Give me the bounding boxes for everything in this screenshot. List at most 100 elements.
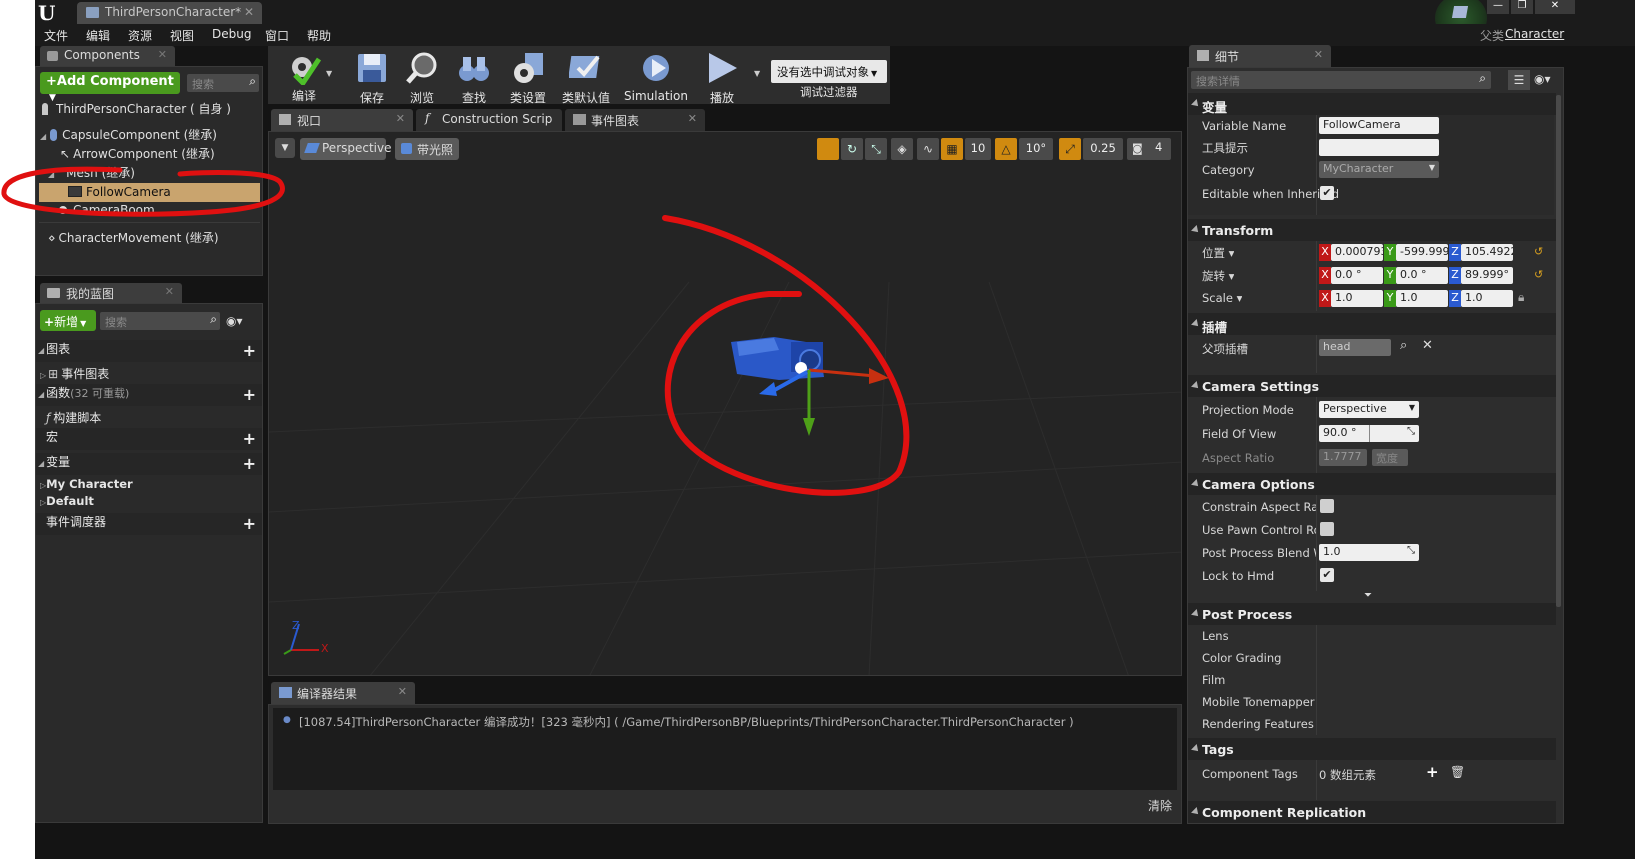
section-variables[interactable]: ◢ 变量 + — [36, 453, 262, 475]
section-camera-options[interactable]: Camera Options — [1188, 473, 1556, 495]
menu-edit[interactable]: 编辑 — [86, 27, 110, 44]
rotation-snap-icon[interactable]: △ — [995, 138, 1017, 160]
close-tab-icon[interactable]: ✕ — [1314, 48, 1323, 61]
play-button[interactable]: 播放 ▼ — [700, 47, 760, 105]
reset-location-icon[interactable]: ↺ — [1534, 245, 1543, 258]
menu-window[interactable]: 窗口 — [265, 27, 289, 44]
close-tab-icon[interactable]: ✕ — [165, 285, 174, 298]
location-z-input[interactable]: 105.4922 — [1461, 244, 1513, 261]
pp-rendering-features[interactable]: ▷Rendering Features — [1202, 717, 1314, 731]
pp-film[interactable]: ▷Film — [1202, 673, 1225, 687]
class-settings-button[interactable]: 类设置 — [504, 47, 552, 105]
tab-details[interactable]: 细节 ✕ — [1189, 45, 1331, 67]
add-tag-icon[interactable]: + — [1426, 763, 1439, 781]
fov-input[interactable]: 90.0 ° ⤡ — [1319, 425, 1419, 442]
maximize-button[interactable]: ❐ — [1511, 0, 1533, 14]
event-graph-item[interactable]: ▷ ⊞ 事件图表 — [40, 365, 109, 382]
menu-debug[interactable]: Debug — [212, 27, 251, 41]
pp-lens[interactable]: ▷Lens — [1202, 629, 1229, 643]
viewport-options-button[interactable]: ▼ — [275, 138, 295, 158]
menu-view[interactable]: 视图 — [170, 27, 194, 44]
blueprint-search-input[interactable]: 搜索 ⌕ — [100, 312, 220, 330]
section-post-process[interactable]: Post Process — [1188, 603, 1556, 625]
save-button[interactable]: 保存 — [352, 47, 392, 105]
document-tab[interactable]: ThirdPersonCharacter* ✕ — [77, 2, 262, 24]
compiler-message[interactable]: [1087.54]ThirdPersonCharacter 编译成功！[323 … — [299, 714, 1074, 730]
pawn-control-rotation-checkbox[interactable] — [1320, 522, 1334, 536]
section-dispatchers[interactable]: 事件调度器 + — [36, 513, 262, 535]
compile-button[interactable]: 编译 ▼ — [273, 47, 335, 105]
details-scrollbar[interactable] — [1556, 95, 1561, 607]
find-button[interactable]: 查找 — [452, 47, 496, 105]
tab-event-graph[interactable]: 事件图表 ✕ — [565, 109, 705, 131]
category-dropdown[interactable]: MyCharacter ▼ — [1319, 161, 1439, 178]
section-graphs[interactable]: ◢ 图表 + — [36, 340, 262, 362]
location-label[interactable]: 位置 ▾ — [1202, 245, 1234, 261]
tab-construction-script[interactable]: f Construction Scrip — [416, 109, 562, 131]
section-replication[interactable]: Component Replication — [1188, 801, 1556, 823]
construction-script-item[interactable]: ƒ 构建脚本 — [46, 409, 101, 426]
grid-snap-value[interactable]: 10 — [965, 138, 991, 160]
trash-icon[interactable]: 🗑︎ — [1450, 765, 1465, 779]
parent-class-link[interactable]: Character — [1505, 27, 1564, 41]
add-dispatcher-button[interactable]: + — [243, 514, 256, 533]
section-socket[interactable]: 插槽 — [1188, 313, 1556, 335]
post-process-weight-input[interactable]: 1.0 ⤡ — [1319, 544, 1419, 561]
eye-icon[interactable]: ◉▾ — [1534, 72, 1551, 86]
close-tab-icon[interactable]: ✕ — [244, 5, 254, 19]
rotation-z-input[interactable]: 89.999° — [1461, 267, 1513, 284]
scale-x-input[interactable]: 1.0 — [1331, 290, 1383, 307]
advanced-expand-icon[interactable]: ⏷ — [1364, 590, 1372, 601]
section-camera-settings[interactable]: Camera Settings — [1188, 375, 1556, 397]
component-capsule[interactable]: ◢ CapsuleComponent (继承) — [40, 126, 217, 143]
editable-inherited-checkbox[interactable]: ✔ — [1320, 186, 1334, 200]
perspective-button[interactable]: Perspective — [300, 138, 392, 160]
minimize-button[interactable]: — — [1487, 0, 1509, 14]
section-transform[interactable]: Transform — [1188, 219, 1556, 241]
add-variable-button[interactable]: + — [243, 454, 256, 473]
variable-name-input[interactable]: FollowCamera — [1319, 117, 1439, 134]
components-tab[interactable]: Components ✕ — [40, 46, 175, 66]
rotation-x-input[interactable]: 0.0 ° — [1331, 267, 1383, 284]
grid-snap-icon[interactable]: ▦ — [941, 138, 963, 160]
class-defaults-button[interactable]: 类默认值 — [560, 47, 612, 105]
pp-mobile-tonemapper[interactable]: ▷Mobile Tonemapper — [1202, 695, 1315, 709]
location-x-input[interactable]: 0.000793 — [1331, 244, 1383, 261]
surface-snap-icon[interactable]: ∿ — [917, 138, 939, 160]
add-macro-button[interactable]: + — [243, 429, 256, 448]
lock-icon[interactable]: 🔒︎ — [1518, 290, 1524, 305]
details-search-input[interactable]: 搜索详情 ⌕ — [1191, 71, 1491, 89]
scale-y-input[interactable]: 1.0 — [1396, 290, 1448, 307]
simulation-button[interactable]: Simulation — [623, 47, 689, 105]
property-matrix-icon[interactable]: ☰ — [1508, 70, 1530, 90]
aspect-ratio-input[interactable]: 1.7777 — [1319, 449, 1367, 466]
debug-object-dropdown[interactable]: 没有选中调试对象 ▼ — [771, 60, 887, 83]
clear-button[interactable]: 清除 — [1148, 797, 1172, 814]
reset-rotation-icon[interactable]: ↺ — [1534, 268, 1543, 281]
add-new-button[interactable]: +新增 ▼ — [40, 310, 96, 331]
close-tab-icon[interactable]: ✕ — [398, 685, 407, 698]
rotation-label[interactable]: 旋转 ▾ — [1202, 268, 1234, 284]
eye-icon[interactable]: ◉▾ — [226, 314, 243, 328]
add-component-button[interactable]: +Add Component ▼ — [40, 72, 180, 103]
component-charmovement[interactable]: ⋄ CharacterMovement (继承) — [48, 229, 219, 246]
projection-mode-dropdown[interactable]: Perspective ▼ — [1319, 401, 1419, 418]
rotation-y-input[interactable]: 0.0 ° — [1396, 267, 1448, 284]
scale-label[interactable]: Scale ▾ — [1202, 291, 1242, 305]
my-blueprint-tab[interactable]: 我的蓝图 ✕ — [40, 283, 182, 303]
scale-snap-value[interactable]: 0.25 — [1083, 138, 1123, 160]
component-root[interactable]: ThirdPersonCharacter ( 自身 ) — [42, 100, 231, 117]
rotation-snap-value[interactable]: 10° — [1019, 138, 1053, 160]
menu-file[interactable]: 文件 — [44, 27, 68, 44]
source-control-icon[interactable] — [1451, 6, 1469, 18]
scale-z-input[interactable]: 1.0 — [1461, 290, 1513, 307]
var-group-my-character[interactable]: ▷My Character — [40, 477, 133, 491]
tab-compiler-results[interactable]: 编译器结果 ✕ — [271, 682, 415, 704]
parent-socket-input[interactable]: head — [1319, 339, 1391, 356]
tab-viewport[interactable]: 视口 ✕ — [271, 109, 413, 131]
lock-to-hmd-checkbox[interactable]: ✔ — [1320, 568, 1334, 582]
browse-socket-icon[interactable]: ⌕ — [1400, 338, 1407, 353]
aspect-preset-dropdown[interactable]: 宽度 — [1372, 449, 1408, 466]
translate-tool-icon[interactable] — [817, 138, 839, 160]
tooltip-input[interactable] — [1319, 139, 1439, 156]
